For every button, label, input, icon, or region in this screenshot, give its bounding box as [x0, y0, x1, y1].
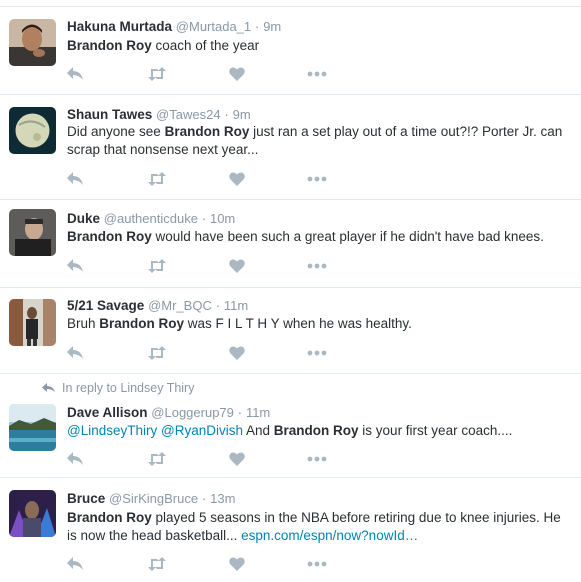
timestamp[interactable]: 11m: [224, 298, 248, 313]
separator: ·: [224, 107, 229, 122]
display-name[interactable]: Dave Allison: [67, 405, 148, 420]
heart-icon[interactable]: [229, 556, 245, 572]
tweet-text: @LindseyThiry @RyanDivish And Brandon Ro…: [67, 422, 572, 440]
text-run: coach of the year: [151, 38, 260, 53]
keyword-highlight: Brandon Roy: [164, 124, 250, 139]
tweet[interactable]: Duke @authenticduke · 10m Brandon Roy wo…: [0, 200, 581, 288]
timestamp[interactable]: 9m: [263, 19, 281, 34]
tweet-actions: [67, 345, 337, 361]
text-run: Did anyone see: [67, 124, 165, 139]
tweet-actions: [67, 171, 337, 187]
avatar[interactable]: [9, 107, 56, 154]
tweet-timeline: Hakuna Murtada @Murtada_1 · 9m Brandon R…: [0, 0, 581, 582]
avatar[interactable]: [9, 404, 56, 451]
heart-icon[interactable]: [229, 66, 245, 82]
tweet-header: Bruce @SirKingBruce · 13m: [67, 490, 235, 507]
tweet-header: Shaun Tawes @Tawes24 · 9m: [67, 106, 251, 123]
avatar[interactable]: [9, 490, 56, 537]
keyword-highlight: Brandon Roy: [273, 423, 359, 438]
tweet-header: Duke @authenticduke · 10m: [67, 210, 235, 227]
tweet[interactable]: 5/21 Savage @Mr_BQC · 11m Bruh Brandon R…: [0, 288, 581, 374]
tweet-link[interactable]: espn.com/espn/now?nowId…: [241, 528, 418, 543]
separator: ·: [201, 491, 207, 506]
tweet-header: Hakuna Murtada @Murtada_1 · 9m: [67, 18, 281, 35]
display-name[interactable]: 5/21 Savage: [67, 298, 144, 313]
reply-arrow-icon[interactable]: [67, 171, 84, 187]
reply-context-label: In reply to Lindsey Thiry: [62, 381, 195, 395]
avatar[interactable]: [9, 209, 56, 256]
keyword-highlight: Brandon Roy: [67, 229, 152, 244]
retweet-icon[interactable]: [147, 66, 167, 82]
more-dots-icon[interactable]: [307, 66, 327, 82]
avatar[interactable]: [9, 299, 56, 346]
heart-icon[interactable]: [229, 171, 245, 187]
tweet-text: Brandon Roy would have been such a great…: [67, 228, 572, 246]
more-dots-icon[interactable]: [307, 345, 327, 361]
keyword-highlight: Brandon Roy: [67, 38, 152, 53]
keyword-highlight: Brandon Roy: [99, 316, 185, 331]
username[interactable]: @authenticduke: [104, 211, 198, 226]
tweet[interactable]: In reply to Lindsey Thiry Dave Allison @…: [0, 374, 581, 478]
retweet-icon[interactable]: [147, 171, 167, 187]
reply-context[interactable]: In reply to Lindsey Thiry: [42, 381, 194, 395]
heart-icon[interactable]: [229, 451, 245, 467]
reply-arrow-icon[interactable]: [67, 258, 84, 274]
retweet-icon[interactable]: [147, 556, 167, 572]
tweet-text: Did anyone see Brandon Roy just ran a se…: [67, 123, 572, 159]
more-dots-icon[interactable]: [307, 171, 327, 187]
more-dots-icon[interactable]: [307, 258, 327, 274]
heart-icon[interactable]: [229, 258, 245, 274]
tweet-actions: [67, 556, 337, 572]
display-name[interactable]: Duke: [67, 211, 100, 226]
username[interactable]: @Tawes24: [156, 107, 221, 122]
timestamp[interactable]: 9m: [233, 107, 251, 122]
tweet-text: Brandon Roy played 5 seasons in the NBA …: [67, 509, 572, 545]
tweet-link[interactable]: @LindseyThiry: [67, 423, 157, 438]
timestamp[interactable]: 10m: [210, 211, 235, 226]
more-dots-icon[interactable]: [307, 556, 327, 572]
username[interactable]: @Mr_BQC: [148, 298, 212, 313]
tweet-text: Brandon Roy coach of the year: [67, 37, 572, 55]
retweet-icon[interactable]: [147, 345, 167, 361]
tweet[interactable]: Hakuna Murtada @Murtada_1 · 9m Brandon R…: [0, 7, 581, 95]
display-name[interactable]: Bruce: [67, 491, 105, 506]
avatar[interactable]: [9, 19, 56, 66]
separator: ·: [254, 19, 260, 34]
tweet-actions: [67, 451, 337, 467]
reply-arrow-icon[interactable]: [67, 66, 84, 82]
tweet-actions: [67, 258, 337, 274]
retweet-icon[interactable]: [147, 258, 167, 274]
tweet-header: Dave Allison @Loggerup79 · 11m: [67, 404, 270, 421]
username[interactable]: @SirKingBruce: [109, 491, 198, 506]
more-dots-icon[interactable]: [307, 451, 327, 467]
text-run: Bruh: [67, 316, 100, 331]
display-name[interactable]: Hakuna Murtada: [67, 19, 172, 34]
text-run: would have been such a great player if h…: [151, 229, 544, 244]
reply-arrow-icon[interactable]: [67, 556, 84, 572]
reply-arrow-icon[interactable]: [67, 451, 84, 467]
username[interactable]: @Murtada_1: [176, 19, 251, 34]
separator: ·: [201, 211, 207, 226]
tweet-actions: [67, 66, 337, 82]
tweet[interactable]: Bruce @SirKingBruce · 13m Brandon Roy pl…: [0, 478, 581, 582]
text-run: And: [243, 423, 274, 438]
text-run: was F I L T H Y when he was healthy.: [184, 316, 412, 331]
reply-arrow-icon: [42, 383, 55, 392]
tweet-header: 5/21 Savage @Mr_BQC · 11m: [67, 297, 248, 314]
display-name[interactable]: Shaun Tawes: [67, 107, 152, 122]
keyword-highlight: Brandon Roy: [67, 510, 152, 525]
username[interactable]: @Loggerup79: [151, 405, 234, 420]
tweet-link[interactable]: @RyanDivish: [161, 423, 243, 438]
reply-arrow-icon[interactable]: [67, 345, 84, 361]
tweet-text: Bruh Brandon Roy was F I L T H Y when he…: [67, 315, 572, 333]
timestamp[interactable]: 11m: [246, 405, 270, 420]
separator: ·: [215, 298, 221, 313]
separator: ·: [237, 405, 243, 420]
timestamp[interactable]: 13m: [210, 491, 235, 506]
text-run: is your first year coach....: [358, 423, 513, 438]
heart-icon[interactable]: [229, 345, 245, 361]
tweet[interactable]: Shaun Tawes @Tawes24 · 9m Did anyone see…: [0, 95, 581, 200]
retweet-icon[interactable]: [147, 451, 167, 467]
